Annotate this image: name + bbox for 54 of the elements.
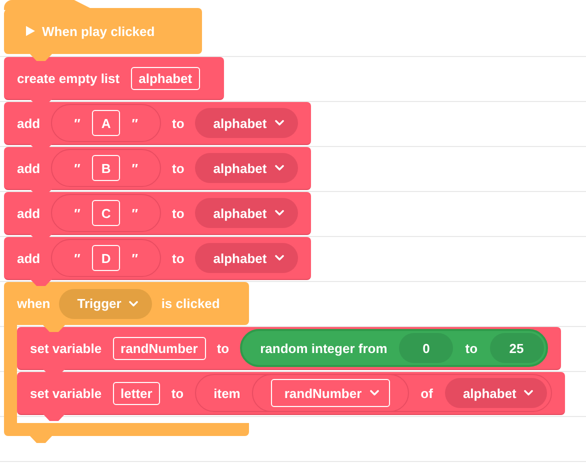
text-field[interactable]: letter bbox=[112, 382, 160, 404]
block-label: to bbox=[172, 206, 184, 220]
text-field[interactable]: A bbox=[92, 110, 120, 136]
quote-mark: ″ bbox=[132, 116, 138, 130]
chevron-icon bbox=[370, 390, 379, 396]
block-label: to bbox=[465, 340, 478, 356]
chevron-icon bbox=[274, 165, 284, 171]
block-label: add bbox=[17, 250, 40, 266]
reporter-block[interactable]: random integer from 0 to 25 bbox=[240, 329, 548, 367]
number-field[interactable]: 25 bbox=[490, 333, 544, 363]
dropdown[interactable]: alphabet bbox=[444, 378, 548, 408]
block-label: add bbox=[17, 116, 40, 130]
block-label: of bbox=[420, 386, 433, 400]
quote-mark: ″ bbox=[74, 116, 80, 130]
quote-mark: ″ bbox=[132, 206, 138, 220]
block-label: to bbox=[171, 386, 184, 400]
play-icon bbox=[26, 26, 35, 36]
dropdown[interactable]: alphabet bbox=[195, 108, 298, 138]
block-label: item bbox=[214, 386, 240, 400]
dropdown[interactable]: alphabet bbox=[195, 153, 298, 183]
block-label: is clicked bbox=[161, 296, 220, 311]
dropdown[interactable]: alphabet bbox=[195, 243, 298, 273]
text-field[interactable]: alphabet bbox=[130, 66, 200, 90]
text-field[interactable]: D bbox=[92, 245, 120, 271]
block-label: When play clicked bbox=[42, 24, 155, 38]
quote-mark: ″ bbox=[132, 160, 138, 176]
block-label: random integer from bbox=[260, 340, 388, 356]
reporter-block[interactable]: item randNumber of alphabet bbox=[194, 374, 552, 412]
dropdown[interactable]: alphabet bbox=[195, 198, 298, 228]
block-label: to bbox=[216, 340, 230, 356]
chevron-icon bbox=[274, 120, 284, 126]
block-label: to bbox=[172, 160, 184, 176]
block-label: to bbox=[172, 250, 184, 266]
quote-mark: ″ bbox=[74, 206, 80, 220]
text-field[interactable]: randNumber bbox=[112, 336, 206, 360]
block-label: set variable bbox=[30, 340, 102, 356]
chevron-icon bbox=[274, 210, 284, 216]
dropdown[interactable]: Trigger bbox=[59, 288, 152, 318]
text-field[interactable]: C bbox=[92, 200, 120, 226]
block-label: set variable bbox=[30, 386, 102, 400]
block-label: to bbox=[172, 116, 184, 130]
block-label: add bbox=[17, 160, 40, 176]
text-field[interactable]: B bbox=[92, 155, 120, 181]
quote-mark: ″ bbox=[132, 250, 138, 266]
number-field[interactable]: 0 bbox=[399, 333, 454, 363]
chevron-icon bbox=[274, 255, 284, 261]
chevron-icon bbox=[129, 300, 138, 306]
quote-mark: ″ bbox=[74, 160, 80, 176]
variable-dropdown[interactable]: randNumber bbox=[271, 379, 390, 407]
quote-mark: ″ bbox=[74, 250, 80, 266]
block-label: create empty list bbox=[17, 70, 120, 86]
block-label: add bbox=[17, 206, 40, 220]
block-label: when bbox=[17, 296, 50, 311]
chevron-icon bbox=[524, 390, 534, 396]
